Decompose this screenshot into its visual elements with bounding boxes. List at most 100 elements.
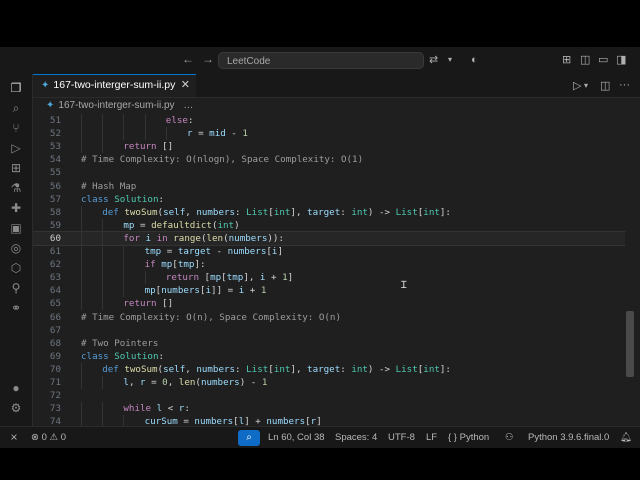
code-token: numbers xyxy=(200,377,240,388)
code-line[interactable]: 72 xyxy=(33,389,625,402)
code-token: return xyxy=(165,272,199,284)
code-line[interactable]: 64 mp[numbers[i]] = i + 1 xyxy=(33,284,625,298)
code-token: + xyxy=(265,272,283,284)
indent-guide xyxy=(123,245,125,258)
line-number: 62 xyxy=(49,259,61,271)
command-center-search[interactable]: LeetCode xyxy=(218,52,424,69)
extension-icon[interactable]: ◐ xyxy=(471,53,478,67)
code-token: int xyxy=(273,206,291,218)
extensions-icon[interactable]: ⊞ xyxy=(8,160,24,176)
docker-icon[interactable]: ⬡ xyxy=(8,260,24,276)
line-number: 65 xyxy=(49,298,61,310)
more-actions-icon[interactable]: ··· xyxy=(619,79,630,91)
toggle-sidebar-icon[interactable]: ◫ xyxy=(580,53,590,67)
cursor-position[interactable]: Ln 60, Col 38 xyxy=(268,427,325,448)
indent-guide xyxy=(81,127,82,141)
toggle-panel-icon[interactable]: ▭ xyxy=(598,53,608,67)
code-token: # Time Complexity: O(nlogn), Space Compl… xyxy=(81,154,364,166)
code-line[interactable]: 60 for i in range(len(numbers)): xyxy=(33,230,625,246)
notifications-icon[interactable]: 🔔︎ xyxy=(620,427,632,448)
end-of-line[interactable]: LF xyxy=(426,427,437,448)
python-icon[interactable]: ✚ xyxy=(8,200,24,216)
indent-guide xyxy=(144,127,146,141)
split-editor-icon[interactable]: ◫ xyxy=(600,79,610,92)
code-token: List xyxy=(246,363,269,375)
code-token: : xyxy=(340,363,352,375)
code-token: int xyxy=(423,206,440,218)
code-token: : xyxy=(278,232,284,244)
code-line[interactable]: 69 class Solution: xyxy=(33,350,625,363)
settings-gear-icon[interactable]: ⚙ xyxy=(8,400,24,416)
code-line[interactable]: 67 xyxy=(33,324,625,337)
code-line[interactable]: 61 tmp = target - numbers[i] xyxy=(33,245,625,258)
close-icon[interactable]: ✕ xyxy=(181,75,190,96)
tab-active-file[interactable]: ✦ 167-two-interger-sum-ii.py ✕ xyxy=(33,74,196,97)
indentation[interactable]: Spaces: 4 xyxy=(335,427,377,448)
leetcode-icon[interactable]: ⚲ xyxy=(8,280,24,296)
zoom-icon[interactable]: ⌕ xyxy=(238,430,260,446)
code-token: numbers xyxy=(194,416,234,426)
customize-layout-icon[interactable]: ⊞ xyxy=(562,53,571,67)
code-line[interactable]: 73 while l < r: xyxy=(33,402,625,416)
breadcrumb-file[interactable]: 167-two-interger-sum-ii.py xyxy=(58,100,174,111)
text-cursor-icon: Ɪ xyxy=(401,280,407,291)
encoding[interactable]: UTF-8 xyxy=(388,427,415,448)
arrow-right-icon[interactable]: → xyxy=(202,52,214,66)
code-line[interactable]: 71 l, r = 0, len(numbers) - 1 xyxy=(33,376,625,389)
indent-guide xyxy=(81,362,82,376)
code-token: mp xyxy=(144,285,156,297)
source-control-icon[interactable]: ⑂ xyxy=(8,120,24,136)
code-line[interactable]: 55 xyxy=(33,166,625,179)
live-share-icon[interactable]: ⚭ xyxy=(8,300,24,316)
code-line[interactable]: 59 mp = defaultdict(int) xyxy=(33,218,625,232)
testing-icon[interactable]: ⚗ xyxy=(8,180,24,196)
code-line[interactable]: 54 # Time Complexity: O(nlogn), Space Com… xyxy=(33,153,625,166)
python-interpreter[interactable]: Python 3.9.6.final.0 xyxy=(528,427,609,448)
breadcrumb-more[interactable]: … xyxy=(183,100,193,111)
code-line[interactable]: 53 return [] xyxy=(33,140,625,154)
code-editor[interactable]: 51 else: 52 r = mid - 1 53 return [] 54 # Time … xyxy=(33,114,625,426)
code-text: # Two Pointers xyxy=(81,337,158,350)
python-env-icon[interactable]: ⚇ xyxy=(505,427,514,448)
indent-guide xyxy=(102,127,104,141)
code-line[interactable]: 70 def twoSum(self, numbers: List[int], t… xyxy=(33,362,625,376)
explorer-icon[interactable]: ❐ xyxy=(8,80,24,96)
code-token: ) - xyxy=(239,377,262,388)
code-line[interactable]: 62 if mp[tmp]: xyxy=(33,258,625,272)
editor-scrollbar[interactable] xyxy=(626,311,634,377)
toggle-secondary-sidebar-icon[interactable]: ◨ xyxy=(616,53,626,67)
code-line[interactable]: 51 else: xyxy=(33,114,625,127)
tab-label: 167-two-interger-sum-ii.py xyxy=(53,79,176,91)
language-mode[interactable]: { } Python xyxy=(448,427,489,448)
copilot-icon[interactable]: ⇄ xyxy=(429,53,438,67)
arrow-left-icon[interactable]: ← xyxy=(182,52,194,66)
code-line[interactable]: 58 def twoSum(self, numbers: List[int], t… xyxy=(33,205,625,219)
code-line[interactable]: 65 return [] xyxy=(33,297,625,311)
code-line[interactable]: 66 # Time Complexity: O(n), Space Complex… xyxy=(33,311,625,324)
code-line[interactable]: 52 r = mid - 1 xyxy=(33,127,625,141)
code-token: , xyxy=(167,377,179,388)
code-line[interactable]: 56 # Hash Map xyxy=(33,180,625,193)
indent-guide xyxy=(102,297,104,311)
indent-guide xyxy=(123,127,125,141)
code-token: len xyxy=(178,377,196,388)
code-token: int xyxy=(351,363,368,375)
indent-guide xyxy=(81,140,82,154)
remote-explorer-icon[interactable]: ▣ xyxy=(8,220,24,236)
database-icon[interactable]: ◎ xyxy=(8,240,24,256)
indent-guide xyxy=(81,402,82,416)
code-text: r = mid - 1 xyxy=(187,127,248,140)
code-line[interactable]: 63 return [mp[tmp], i + 1] xyxy=(33,271,625,285)
run-debug-icon[interactable]: ▷ xyxy=(8,140,24,156)
remote-icon[interactable]: ⨯ xyxy=(10,427,18,448)
code-line[interactable]: 68 # Two Pointers xyxy=(33,337,625,350)
accounts-icon[interactable]: ● xyxy=(8,380,24,396)
search-icon[interactable]: ⌕ xyxy=(8,100,24,116)
code-line[interactable]: 57 class Solution: xyxy=(33,193,625,206)
problems-indicator[interactable]: ⊗ 0 ⚠ 0 xyxy=(31,427,66,448)
chevron-down-icon[interactable]: ▾ xyxy=(584,81,588,90)
code-text: def twoSum(self, numbers: List[int], tar… xyxy=(102,206,451,219)
run-icon[interactable]: ▷ xyxy=(573,79,581,92)
chevron-down-icon[interactable]: ▾ xyxy=(448,53,452,67)
code-line[interactable]: 74 curSum = numbers[l] + numbers[r] xyxy=(33,415,625,426)
